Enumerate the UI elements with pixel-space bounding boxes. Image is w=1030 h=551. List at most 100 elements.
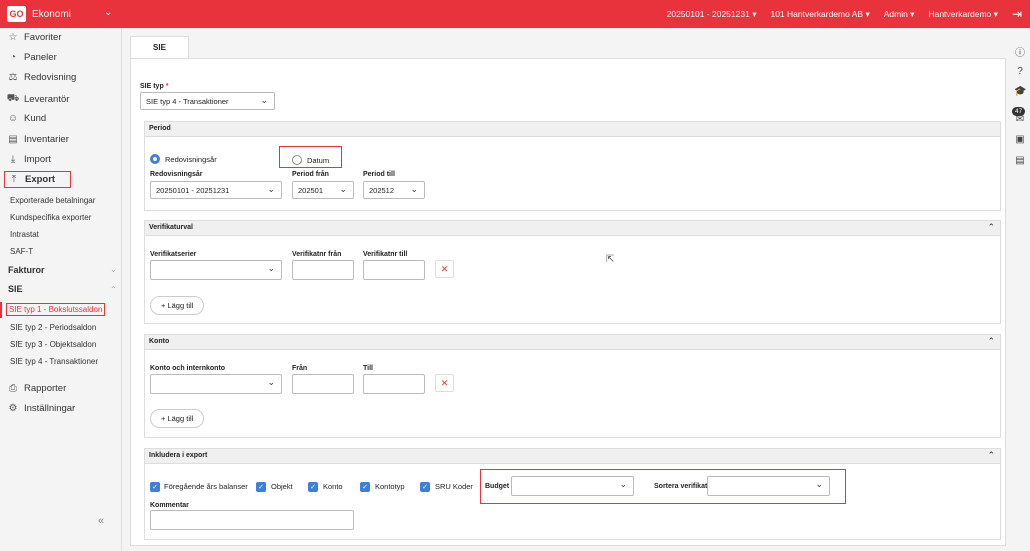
truck-icon: ⛟ <box>6 93 20 104</box>
sie-chevron-icon[interactable]: ⌃ <box>110 285 117 294</box>
sidebar-item-export[interactable]: ⤒ Export <box>4 171 71 188</box>
required-marker: * <box>165 83 169 90</box>
sidebar-subitem-intrastat[interactable]: Intrastat <box>10 230 39 239</box>
notification-badge: 47 <box>1012 107 1026 116</box>
checkbox-konto[interactable]: ✓ <box>308 482 318 492</box>
help-icon[interactable]: ? <box>1014 66 1026 77</box>
verifikat-from-label: Verifikatnr från <box>292 251 342 258</box>
logout-icon[interactable]: ⇥ <box>1012 7 1022 21</box>
account-from-input[interactable] <box>292 374 354 394</box>
add-verifikat-button[interactable]: + Lägg till <box>150 296 205 315</box>
radio-redovisningsar-label: Redovisningsår <box>165 155 217 164</box>
include-title: Inkludera i export <box>149 452 208 459</box>
company-selector[interactable]: 101 Hantverkardemo AB ▾ <box>770 9 869 20</box>
period-to-select[interactable]: 202512 ⌄ <box>363 181 425 199</box>
account-label: Konto och internkonto <box>150 365 226 372</box>
sidebar-subitem-sie-typ-3[interactable]: SIE typ 3 - Objektsaldon <box>10 340 96 349</box>
sidebar-item-redovisning[interactable]: ⚖ Redovisning <box>6 72 77 83</box>
person-icon: ☺ <box>7 113 19 124</box>
close-icon: ✕ <box>440 377 449 388</box>
app-switcher-chevron-icon[interactable]: ⌄ <box>104 7 112 18</box>
chevron-up-icon[interactable]: ⌃ <box>987 336 995 347</box>
sidebar-subitem-kundspecifika-exporter[interactable]: Kundspecifika exporter <box>10 213 91 222</box>
chevron-down-icon: ⌄ <box>267 377 275 387</box>
checkbox-konto-label: Konto <box>323 482 343 491</box>
close-icon: ✕ <box>440 263 449 274</box>
sidebar-subitem-saf-t[interactable]: SAF-T <box>10 247 33 256</box>
sidebar-section-fakturor[interactable]: Fakturor <box>8 265 45 275</box>
checkbox-kontotyp-label: Kontotyp <box>375 482 405 491</box>
konto-title: Konto <box>149 338 170 345</box>
sie-type-label: SIE typ * <box>140 83 169 90</box>
fiscal-year-select[interactable]: 20250101 - 20251231 ⌄ <box>150 181 282 199</box>
chevron-down-icon: ⌄ <box>267 263 275 273</box>
star-icon: ☆ <box>8 32 18 43</box>
gear-icon: ⚙ <box>8 403 18 414</box>
include-header[interactable]: Inkludera i export ⌃ <box>145 449 1000 464</box>
top-bar: GO Ekonomi ⌄ 20250101 - 20251231 ▾ 101 H… <box>0 0 1030 28</box>
verifikat-header[interactable]: Verifikaturval ⌃ <box>145 221 1000 236</box>
remove-account-row-button[interactable]: ✕ <box>435 374 454 392</box>
konto-header[interactable]: Konto ⌃ <box>145 335 1000 350</box>
account-to-input[interactable] <box>363 374 425 394</box>
sidebar-item-favoriter[interactable]: ☆ Favoriter <box>6 32 62 43</box>
sidebar-item-installningar[interactable]: ⚙ Inställningar <box>6 403 76 414</box>
add-account-button[interactable]: + Lägg till <box>150 409 205 428</box>
checkbox-foregaende[interactable]: ✓ <box>150 482 160 492</box>
account-to-label: Till <box>363 365 373 372</box>
chevron-down-icon: ⌄ <box>260 95 268 105</box>
gauge-icon: ◔ <box>9 52 17 63</box>
document-icon[interactable]: ▣ <box>1014 134 1026 145</box>
verifikat-series-select[interactable]: ⌄ <box>150 260 282 280</box>
chevron-down-icon: ⌄ <box>410 184 418 194</box>
collapse-sidebar-icon[interactable]: « <box>98 515 104 527</box>
mouse-cursor-icon: ⇱ <box>606 254 615 265</box>
verifikat-series-label: Verifikatserier <box>150 251 197 258</box>
checkbox-objekt[interactable]: ✓ <box>256 482 266 492</box>
sidebar-item-leverantor[interactable]: ⛟ Leverantör <box>6 93 70 106</box>
sidebar-subitem-sie-typ-4[interactable]: SIE typ 4 - Transaktioner <box>10 357 98 366</box>
account-select[interactable]: ⌄ <box>150 374 282 394</box>
sidebar-subitem-sie-typ-1[interactable]: SIE typ 1 - Bokslutssaldon <box>6 303 106 316</box>
period-from-select[interactable]: 202501 ⌄ <box>292 181 354 199</box>
tab-sie[interactable]: SIE <box>130 36 189 58</box>
sidebar-subitem-sie-typ-2[interactable]: SIE typ 2 - Periodsaldon <box>10 323 96 332</box>
comment-input[interactable] <box>150 510 354 530</box>
period-to-label: Period till <box>363 171 395 178</box>
chevron-up-icon[interactable]: ⌃ <box>987 222 995 233</box>
account-from-label: Från <box>292 365 308 372</box>
sie-type-select[interactable]: SIE typ 4 - Transaktioner ⌄ <box>140 92 275 110</box>
app-title[interactable]: Ekonomi <box>32 9 71 20</box>
fakturor-chevron-icon[interactable]: ⌄ <box>110 265 117 274</box>
report-icon[interactable]: ▤ <box>1014 155 1026 166</box>
checkbox-sru-koder[interactable]: ✓ <box>420 482 430 492</box>
scale-icon: ⚖ <box>8 72 18 83</box>
chevron-up-icon[interactable]: ⌃ <box>987 450 995 461</box>
role-selector[interactable]: Admin ▾ <box>884 9 915 20</box>
checkbox-objekt-label: Objekt <box>271 482 293 491</box>
period-selector[interactable]: 20250101 - 20251231 ▾ <box>667 9 757 20</box>
period-from-label: Period från <box>292 171 329 178</box>
verifikat-to-input[interactable] <box>363 260 425 280</box>
sidebar-item-kund[interactable]: ☺ Kund <box>6 113 46 124</box>
sidebar-item-inventarier[interactable]: ▤ Inventarier <box>6 134 69 145</box>
sidebar-item-import[interactable]: ⤓ Import <box>6 154 51 165</box>
sidebar-subitem-exporterade-betalningar[interactable]: Exporterade betalningar <box>10 196 95 205</box>
import-icon: ⤓ <box>10 154 16 165</box>
info-icon[interactable]: ⓘ <box>1014 44 1026 59</box>
remove-row-button[interactable]: ✕ <box>435 260 454 278</box>
verifikat-from-input[interactable] <box>292 260 354 280</box>
highlight-datum <box>279 146 342 168</box>
go-logo[interactable]: GO <box>7 6 26 22</box>
academy-icon[interactable]: 🎓 <box>1014 86 1026 97</box>
checkbox-kontotyp[interactable]: ✓ <box>360 482 370 492</box>
sidebar-item-paneler[interactable]: ◔ Paneler <box>6 52 57 63</box>
radio-redovisningsar[interactable] <box>150 154 160 164</box>
user-menu[interactable]: Hantverkardemo ▾ <box>928 9 997 20</box>
comment-label: Kommentar <box>150 502 189 509</box>
highlight-budget-sort <box>480 469 846 504</box>
sidebar-item-rapporter[interactable]: ⎙ Rapporter <box>6 383 66 394</box>
sidebar-section-sie[interactable]: SIE <box>8 284 23 294</box>
checkbox-sru-koder-label: SRU Koder <box>435 482 473 491</box>
sidebar: ☆ Favoriter ◔ Paneler ⚖ Redovisning ⛟ Levera… <box>0 28 122 551</box>
